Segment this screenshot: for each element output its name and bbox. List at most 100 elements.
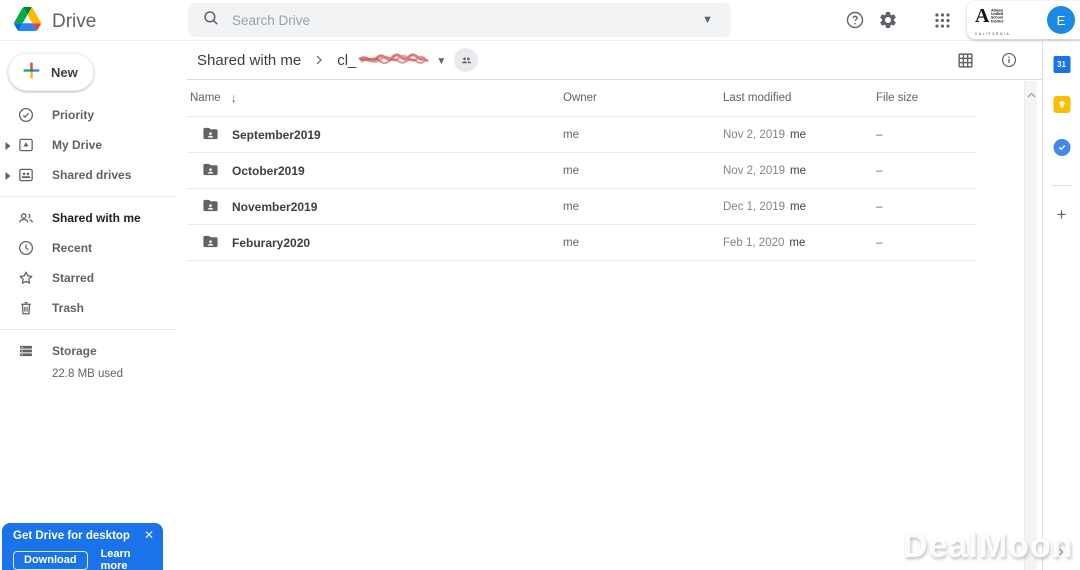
sidebar-item-label: Shared with me bbox=[52, 211, 141, 225]
file-name: November2019 bbox=[232, 199, 318, 214]
owner-cell: me bbox=[563, 200, 579, 213]
table-row[interactable]: September2019 me Nov 2, 2019 me – bbox=[187, 117, 975, 153]
sidebar-item-storage[interactable]: Storage bbox=[0, 336, 187, 366]
modified-cell: Feb 1, 2020 me bbox=[723, 236, 806, 249]
breadcrumb-root[interactable]: Shared with me bbox=[197, 52, 301, 69]
file-name: September2019 bbox=[232, 127, 321, 142]
expand-caret-icon[interactable] bbox=[4, 140, 12, 150]
file-list: Name ↓ Owner Last modified File size Sep… bbox=[187, 80, 975, 261]
modified-cell: Nov 2, 2019 me bbox=[723, 128, 806, 141]
organization-pill: A Albany Unified School District CALIFOR… bbox=[967, 1, 1080, 39]
column-header-size[interactable]: File size bbox=[876, 92, 975, 104]
shared-folder-icon bbox=[202, 197, 219, 217]
my-drive-icon bbox=[17, 136, 35, 154]
folder-menu-caret-icon[interactable]: ▼ bbox=[436, 56, 446, 67]
new-button[interactable]: New bbox=[8, 53, 94, 91]
sidebar-item-shared-drives[interactable]: Shared drives bbox=[0, 160, 187, 190]
sidebar-item-label: Storage bbox=[52, 344, 97, 358]
account-avatar[interactable]: E bbox=[1047, 6, 1075, 34]
file-name: October2019 bbox=[232, 163, 305, 178]
add-addon-plus-button[interactable]: + bbox=[1057, 206, 1067, 223]
breadcrumb-current-prefix[interactable]: cl_ bbox=[337, 52, 356, 69]
drive-triangle-icon bbox=[14, 7, 41, 36]
column-header-name[interactable]: Name ↓ bbox=[187, 91, 563, 105]
side-apps-panel: 31 + bbox=[1042, 41, 1080, 570]
grid-view-button[interactable] bbox=[954, 49, 976, 71]
organization-logo[interactable]: A Albany Unified School District CALIFOR… bbox=[975, 0, 1039, 41]
divider bbox=[0, 196, 176, 197]
column-header-owner[interactable]: Owner bbox=[563, 92, 723, 104]
storage-icon bbox=[17, 342, 35, 360]
owner-cell: me bbox=[563, 236, 579, 249]
sidebar-item-my-drive[interactable]: My Drive bbox=[0, 130, 187, 160]
search-bar[interactable]: ▼ bbox=[188, 3, 731, 37]
org-monogram: A bbox=[975, 4, 990, 27]
sidebar-item-recent[interactable]: Recent bbox=[0, 233, 187, 263]
keep-icon[interactable] bbox=[1053, 96, 1070, 113]
sidebar-item-label: Shared drives bbox=[52, 168, 132, 182]
redaction-scribble bbox=[357, 51, 430, 71]
table-row[interactable]: Feburary2020 me Feb 1, 2020 me – bbox=[187, 225, 975, 261]
file-name: Feburary2020 bbox=[232, 235, 311, 250]
column-header-modified[interactable]: Last modified bbox=[723, 92, 876, 104]
storage-used-text: 22.8 MB used bbox=[52, 368, 123, 380]
tasks-icon[interactable] bbox=[1053, 139, 1070, 156]
learn-more-button[interactable]: Learn more bbox=[101, 548, 153, 570]
left-sidebar: New Priority My Drive Shared drives Shar… bbox=[0, 41, 187, 570]
shared-folder-icon bbox=[202, 125, 219, 145]
collapse-panel-chevron[interactable]: › bbox=[1059, 543, 1064, 561]
breadcrumb: Shared with me cl_ ▼ bbox=[197, 41, 479, 79]
help-button[interactable] bbox=[843, 8, 867, 32]
modified-cell: Nov 2, 2019 me bbox=[723, 164, 806, 177]
table-row[interactable]: October2019 me Nov 2, 2019 me – bbox=[187, 153, 975, 189]
expand-caret-icon[interactable] bbox=[4, 170, 12, 180]
owner-cell: me bbox=[563, 164, 579, 177]
google-apps-grid-button[interactable] bbox=[930, 8, 954, 32]
sort-descending-icon[interactable]: ↓ bbox=[231, 91, 237, 105]
sidebar-item-starred[interactable]: Starred bbox=[0, 263, 187, 293]
size-cell: – bbox=[876, 164, 883, 177]
banner-title: Get Drive for desktop bbox=[13, 530, 130, 542]
size-cell: – bbox=[876, 128, 883, 141]
vertical-scrollbar[interactable] bbox=[1024, 81, 1037, 570]
recent-clock-icon bbox=[17, 239, 35, 257]
shared-folder-icon bbox=[202, 161, 219, 181]
star-icon bbox=[17, 269, 35, 287]
details-info-button[interactable] bbox=[998, 49, 1020, 71]
sidebar-item-label: Trash bbox=[52, 301, 85, 315]
new-button-label: New bbox=[51, 64, 78, 80]
table-row[interactable]: November2019 me Dec 1, 2019 me – bbox=[187, 189, 975, 225]
app-title: Drive bbox=[52, 10, 97, 32]
owner-cell: me bbox=[563, 128, 579, 141]
shared-folder-icon bbox=[202, 233, 219, 253]
close-icon[interactable]: ✕ bbox=[144, 529, 154, 541]
org-region-text: CALIFORNIA bbox=[975, 31, 1011, 36]
settings-gear-button[interactable] bbox=[876, 8, 900, 32]
calendar-icon[interactable]: 31 bbox=[1053, 56, 1070, 73]
size-cell: – bbox=[876, 236, 883, 249]
scroll-up-arrow-icon[interactable] bbox=[1027, 85, 1036, 103]
drive-logo[interactable]: Drive bbox=[14, 7, 96, 36]
google-drive-app: Drive ▼ A Albany Unified School District bbox=[0, 0, 1080, 570]
drive-desktop-banner: Get Drive for desktop ✕ Download Learn m… bbox=[2, 523, 163, 570]
shared-folder-people-badge bbox=[454, 48, 479, 72]
search-input[interactable] bbox=[232, 12, 687, 28]
sidebar-item-priority[interactable]: Priority bbox=[0, 100, 187, 130]
shared-drives-icon bbox=[17, 166, 35, 184]
divider bbox=[0, 329, 176, 330]
shared-with-me-icon bbox=[17, 209, 35, 227]
search-options-caret-icon[interactable]: ▼ bbox=[698, 10, 717, 30]
sidebar-item-label: My Drive bbox=[52, 138, 103, 152]
file-list-header: Name ↓ Owner Last modified File size bbox=[187, 80, 975, 117]
divider bbox=[1052, 185, 1072, 186]
sidebar-item-shared-with-me[interactable]: Shared with me bbox=[0, 203, 187, 233]
sidebar-item-trash[interactable]: Trash bbox=[0, 293, 187, 323]
sidebar-item-label: Priority bbox=[52, 108, 95, 122]
size-cell: – bbox=[876, 200, 883, 213]
sidebar-item-label: Recent bbox=[52, 241, 93, 255]
org-name-text: Albany Unified School District bbox=[991, 7, 1004, 23]
download-button[interactable]: Download bbox=[13, 550, 88, 570]
sidebar-item-label: Starred bbox=[52, 271, 95, 285]
search-icon bbox=[202, 9, 220, 32]
chevron-right-icon bbox=[311, 52, 327, 68]
